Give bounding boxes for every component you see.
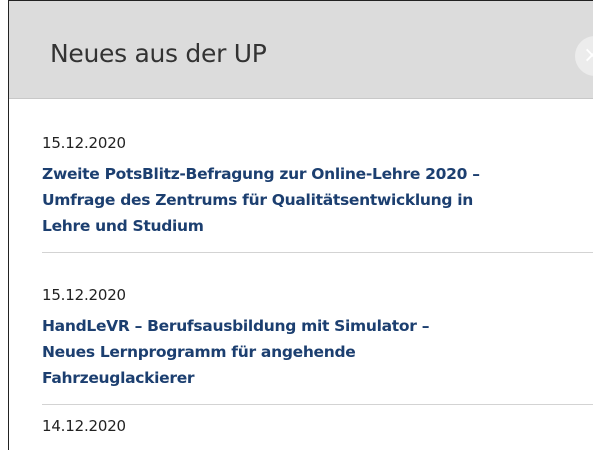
news-item[interactable]: 15.12.2020 HandLeVR – Berufsausbildung m… [42, 253, 593, 405]
panel-title: Neues aus der UP [50, 39, 267, 68]
news-item[interactable]: 14.12.2020 [42, 405, 593, 450]
news-panel: Neues aus der UP × 15.12.2020 Zweite Pot… [0, 0, 593, 450]
news-date: 14.12.2020 [42, 417, 126, 435]
news-title-link[interactable]: Zweite PotsBlitz-Befragung zur Online-Le… [42, 161, 593, 239]
news-date: 15.12.2020 [42, 134, 126, 152]
news-title-link[interactable]: HandLeVR – Berufsausbildung mit Simulato… [42, 313, 593, 391]
close-icon[interactable]: × [575, 36, 593, 76]
news-item[interactable]: 15.12.2020 Zweite PotsBlitz-Befragung zu… [42, 99, 593, 253]
news-date: 15.12.2020 [42, 286, 126, 304]
panel-header: Neues aus der UP × [9, 1, 593, 99]
news-list: 15.12.2020 Zweite PotsBlitz-Befragung zu… [42, 99, 593, 450]
